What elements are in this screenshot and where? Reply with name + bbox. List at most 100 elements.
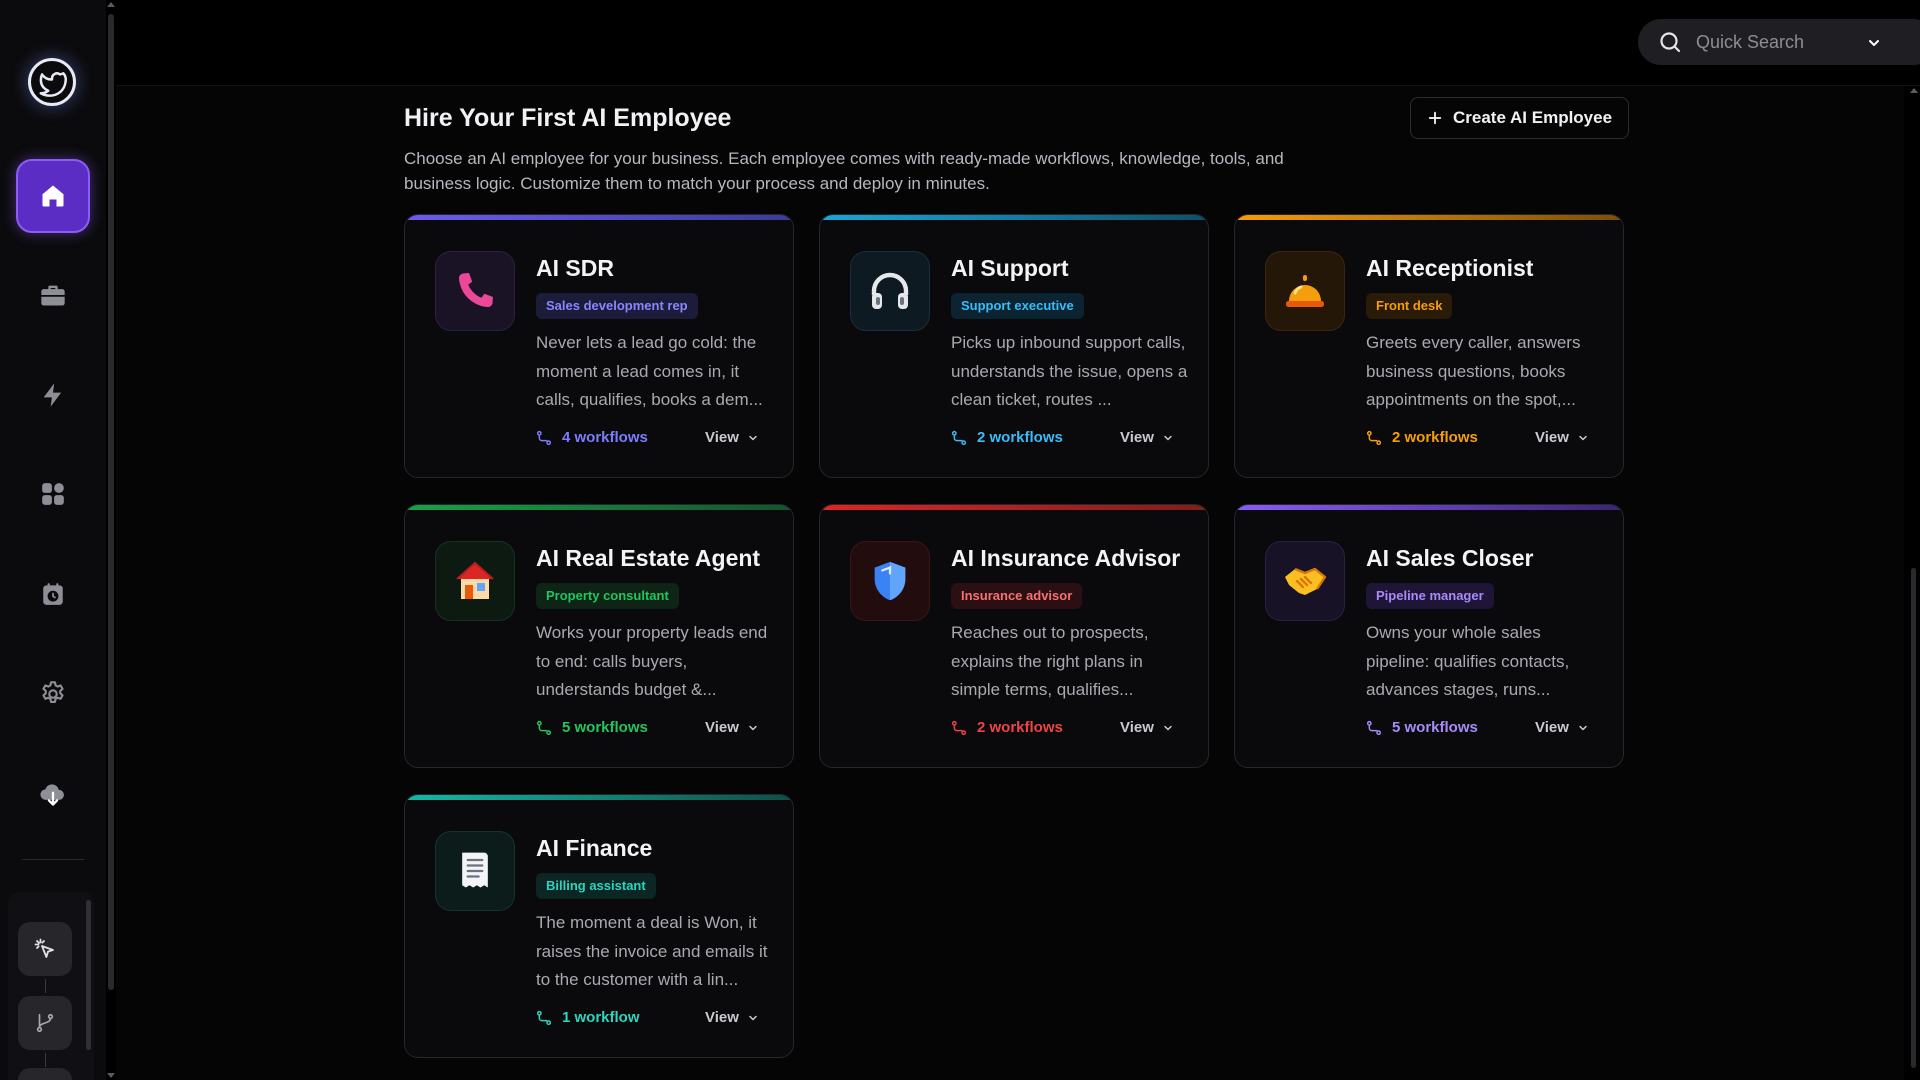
workflow-icon bbox=[951, 720, 967, 735]
card-accent-bar bbox=[820, 215, 1208, 220]
scroll-up-arrow[interactable] bbox=[107, 2, 115, 7]
view-dropdown[interactable]: View bbox=[705, 719, 759, 736]
chevron-down-icon bbox=[1579, 435, 1587, 440]
tool-connector bbox=[45, 1053, 46, 1067]
plus-icon bbox=[1428, 111, 1442, 125]
card-icon bbox=[435, 541, 515, 621]
workflow-icon bbox=[1366, 720, 1382, 735]
workflows-link[interactable]: 5 workflows bbox=[1366, 719, 1478, 736]
next-tool-button[interactable] bbox=[18, 1068, 72, 1080]
workflows-link[interactable]: 5 workflows bbox=[536, 719, 648, 736]
click-tool-button[interactable] bbox=[18, 922, 72, 976]
chevron-down-icon bbox=[1164, 435, 1172, 440]
workflows-link[interactable]: 4 workflows bbox=[536, 429, 648, 446]
workflow-icon bbox=[951, 430, 967, 445]
workflows-link[interactable]: 2 workflows bbox=[1366, 429, 1478, 446]
create-ai-employee-button[interactable]: Create AI Employee bbox=[1410, 97, 1630, 139]
view-dropdown[interactable]: View bbox=[1535, 719, 1589, 736]
card-title: AI SDR bbox=[536, 255, 614, 281]
card-description: Picks up inbound support calls, understa… bbox=[951, 333, 1188, 409]
workflows-link[interactable]: 2 workflows bbox=[951, 429, 1063, 446]
view-label: View bbox=[1535, 429, 1569, 446]
card-badge: Front desk bbox=[1366, 293, 1453, 319]
employee-card-ai-sales-closer[interactable]: AI Sales Closer Pipeline manager Owns yo… bbox=[1234, 504, 1624, 768]
employee-card-ai-receptionist[interactable]: AI Receptionist Front desk Greets every … bbox=[1234, 214, 1624, 478]
main-content: Hire Your First AI Employee Choose an AI… bbox=[116, 86, 1918, 1080]
chevron-down-icon bbox=[749, 725, 757, 730]
bell-icon bbox=[1286, 275, 1324, 307]
sidebar-scrollbar[interactable] bbox=[107, 2, 115, 1078]
card-badge: Property consultant bbox=[536, 583, 679, 609]
shield-icon bbox=[874, 561, 906, 601]
workflow-icon bbox=[536, 720, 552, 735]
account-dropdown[interactable] bbox=[1850, 23, 1898, 63]
card-accent-bar bbox=[820, 505, 1208, 510]
card-icon bbox=[1265, 541, 1345, 621]
sidebar-item-briefcase[interactable] bbox=[16, 258, 90, 332]
view-label: View bbox=[705, 1009, 739, 1026]
tool-connector bbox=[45, 979, 46, 993]
branch-tool-button[interactable] bbox=[18, 996, 72, 1050]
scroll-up-arrow[interactable] bbox=[1910, 88, 1918, 93]
search-input[interactable]: Quick Search bbox=[1696, 32, 1804, 53]
scroll-thumb[interactable] bbox=[108, 14, 114, 990]
card-description: The moment a deal is Won, it raises the … bbox=[536, 913, 768, 989]
lightning-icon bbox=[43, 383, 62, 407]
employee-card-ai-insurance-advisor[interactable]: AI Insurance Advisor Insurance advisor R… bbox=[819, 504, 1209, 768]
card-badge: Billing assistant bbox=[536, 873, 656, 899]
view-label: View bbox=[705, 719, 739, 736]
workflows-count: 1 workflow bbox=[562, 1009, 640, 1026]
card-icon bbox=[435, 251, 515, 331]
sidebar-item-settings[interactable] bbox=[16, 657, 90, 731]
view-dropdown[interactable]: View bbox=[705, 1009, 759, 1026]
card-accent-bar bbox=[405, 505, 793, 510]
house-icon bbox=[456, 561, 494, 599]
view-dropdown[interactable]: View bbox=[1120, 429, 1174, 446]
card-accent-bar bbox=[1235, 215, 1623, 220]
workflows-link[interactable]: 2 workflows bbox=[951, 719, 1063, 736]
employee-card-ai-finance[interactable]: AI Finance Billing assistant The moment … bbox=[404, 794, 794, 1058]
card-title: AI Support bbox=[951, 255, 1069, 281]
card-description: Owns your whole sales pipeline: qualifie… bbox=[1366, 623, 1570, 699]
card-badge: Pipeline manager bbox=[1366, 583, 1494, 609]
card-description: Never lets a lead go cold: the moment a … bbox=[536, 333, 763, 409]
tool-panel-scrollbar[interactable] bbox=[86, 900, 91, 1050]
chevron-down-icon bbox=[1579, 725, 1587, 730]
workflows-count: 2 workflows bbox=[1392, 429, 1478, 446]
employee-card-ai-support[interactable]: AI Support Support executive Picks up in… bbox=[819, 214, 1209, 478]
view-dropdown[interactable]: View bbox=[705, 429, 759, 446]
search-icon bbox=[1660, 32, 1681, 53]
chevron-down-icon bbox=[1164, 725, 1172, 730]
view-label: View bbox=[1120, 719, 1154, 736]
clock-calendar-icon bbox=[43, 583, 63, 605]
sidebar-item-automations[interactable] bbox=[16, 358, 90, 432]
workflows-count: 2 workflows bbox=[977, 429, 1063, 446]
card-icon bbox=[435, 831, 515, 911]
brand-logo[interactable] bbox=[28, 58, 76, 106]
scroll-down-arrow[interactable] bbox=[107, 1073, 115, 1078]
create-button-label: Create AI Employee bbox=[1453, 108, 1613, 127]
chevron-down-icon bbox=[1869, 40, 1879, 46]
scroll-thumb[interactable] bbox=[1911, 568, 1916, 1068]
card-title: AI Receptionist bbox=[1366, 255, 1534, 281]
card-accent-bar bbox=[1235, 505, 1623, 510]
view-label: View bbox=[1535, 719, 1569, 736]
sidebar-item-apps[interactable] bbox=[16, 457, 90, 531]
sidebar-item-home[interactable] bbox=[16, 159, 90, 233]
employee-card-ai-sdr[interactable]: AI SDR Sales development rep Never lets … bbox=[404, 214, 794, 478]
sidebar-item-download[interactable] bbox=[16, 757, 90, 831]
main-scrollbar[interactable] bbox=[1908, 86, 1920, 1080]
sidebar-item-schedule[interactable] bbox=[16, 557, 90, 631]
card-title: AI Real Estate Agent bbox=[536, 545, 761, 571]
view-dropdown[interactable]: View bbox=[1120, 719, 1174, 736]
workflows-count: 2 workflows bbox=[977, 719, 1063, 736]
employee-card-ai-real-estate-agent[interactable]: AI Real Estate Agent Property consultant… bbox=[404, 504, 794, 768]
workflows-link[interactable]: 1 workflow bbox=[536, 1009, 640, 1026]
tool-panel bbox=[8, 892, 94, 1080]
card-description: Reaches out to prospects, explains the r… bbox=[951, 623, 1149, 699]
phone-icon bbox=[458, 273, 493, 308]
gear-icon bbox=[42, 681, 64, 703]
app-window: Quick Search Hire Your First AI Employee… bbox=[0, 0, 1920, 1080]
view-label: View bbox=[1120, 429, 1154, 446]
view-dropdown[interactable]: View bbox=[1535, 429, 1589, 446]
